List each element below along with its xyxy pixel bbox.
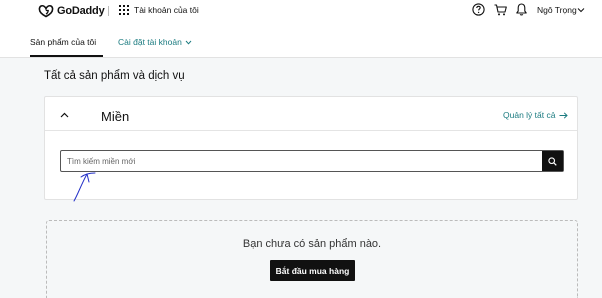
empty-products-panel: Bạn chưa có sản phẩm nào. Bắt đầu mua hà… [46,220,578,298]
account-title[interactable]: Tài khoản của tôi [134,5,199,15]
user-name[interactable]: Ngô Trọng [537,5,577,15]
apps-grid-icon[interactable] [119,5,129,15]
chevron-down-icon [185,40,192,45]
empty-state-message: Bạn chưa có sản phẩm nào. [242,238,382,250]
tab-account-settings-label: Cài đặt tài khoản [118,37,182,47]
active-tab-indicator [30,55,103,57]
manage-all-label: Quản lý tất cả [503,110,556,120]
page-title: Tất cả sản phẩm và dịch vụ [44,70,185,82]
cart-icon[interactable] [494,4,507,16]
header-divider [108,6,109,16]
sub-navigation: Sản phẩm của tôi Cài đặt tài khoản [0,22,602,58]
tab-account-settings[interactable]: Cài đặt tài khoản [118,37,192,47]
bell-icon[interactable] [516,3,527,16]
card-header-divider [45,130,577,131]
help-icon[interactable] [472,3,485,16]
arrow-right-icon [559,111,569,119]
chevron-down-icon[interactable] [577,7,585,13]
top-bar: GoDaddy Tài khoản của tôi Ngô Trọng [0,0,602,22]
godaddy-logo[interactable]: GoDaddy [38,4,105,18]
godaddy-logo-icon [38,4,54,18]
manage-all-link[interactable]: Quản lý tất cả [503,110,569,120]
domains-card: Miền Quản lý tất cả [44,96,578,200]
domains-card-title: Miền [101,109,130,124]
start-shopping-button[interactable]: Bắt đầu mua hàng [270,260,355,281]
search-icon [548,156,557,166]
search-button[interactable] [542,151,563,171]
tab-my-products[interactable]: Sản phẩm của tôi [30,37,96,47]
domain-search-box [60,150,564,172]
domain-search-input[interactable] [61,151,543,171]
chevron-up-icon[interactable] [60,112,69,118]
hand-drawn-arrow-annotation [73,172,96,202]
brand-name: GoDaddy [57,5,105,17]
